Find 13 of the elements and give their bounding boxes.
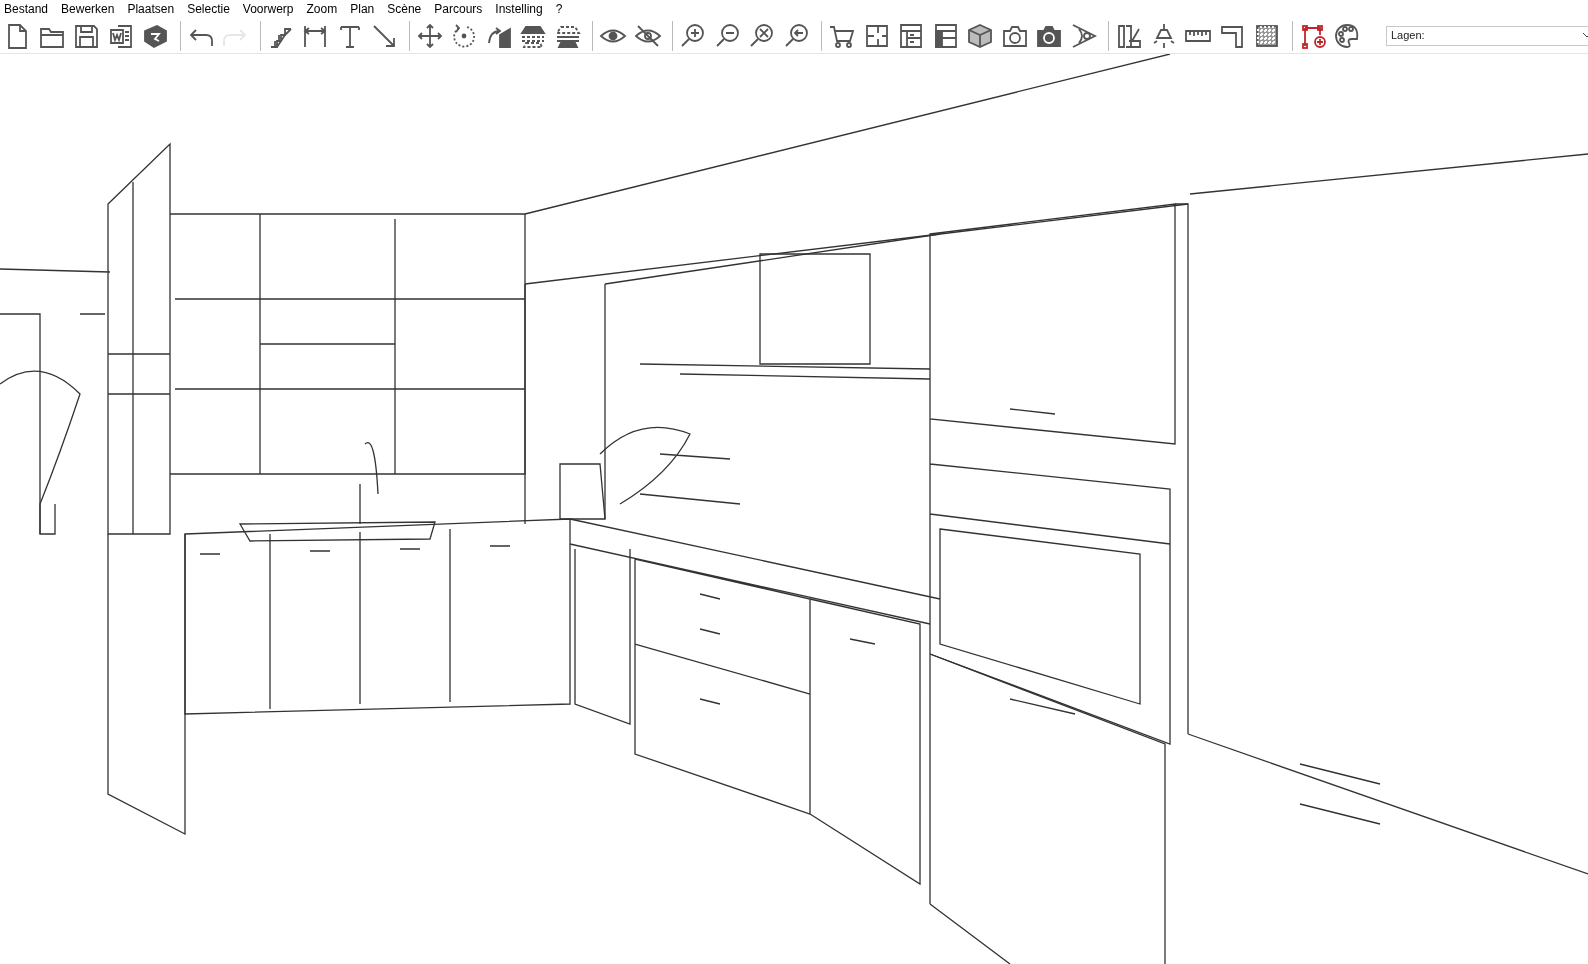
menu-item[interactable]: Zoom — [306, 0, 338, 18]
menu-item[interactable]: Voorwerp — [242, 0, 294, 18]
layers-dropdown[interactable]: Lagen: — [1386, 25, 1588, 46]
menu-item[interactable]: ? — [555, 0, 563, 18]
layers-label: Lagen: — [1391, 28, 1425, 44]
menu-item[interactable]: Selectie — [187, 0, 230, 18]
menu-item[interactable]: Plan — [350, 0, 375, 18]
menu-item[interactable]: Scène — [387, 0, 422, 18]
menu-item[interactable]: Bestand — [4, 0, 49, 18]
menu-item[interactable]: Bewerken — [61, 0, 115, 18]
menu-item[interactable]: Instelling — [495, 0, 543, 18]
menu-item[interactable]: Parcours — [434, 0, 483, 18]
menu-item[interactable]: Plaatsen — [127, 0, 175, 18]
